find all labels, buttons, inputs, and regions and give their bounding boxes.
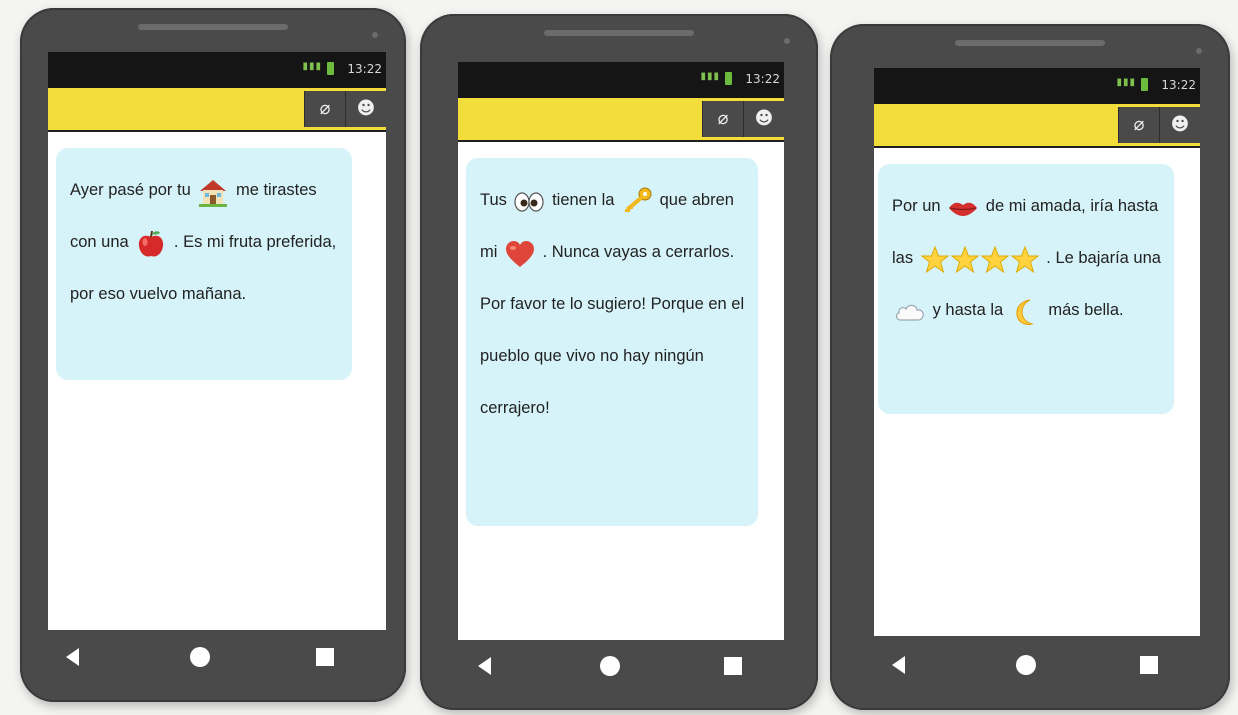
message-text: Tus <box>480 191 512 209</box>
message-text: . Le bajaría una <box>1041 249 1161 267</box>
home-circle-icon[interactable] <box>190 647 210 667</box>
status-bar: ▮▮▮ 13:22 <box>874 68 1200 104</box>
signal-icon: ▮▮▮ <box>1116 77 1136 88</box>
nav-bar <box>830 636 1230 710</box>
phone-3: ▮▮▮ 13:22 ⌀ ☻ Por un de mi amada, iría h… <box>830 24 1230 710</box>
app-toolbar: ⌀ ☻ <box>458 98 784 142</box>
status-time: 13:22 <box>1161 78 1196 92</box>
recent-square-icon[interactable] <box>724 657 742 675</box>
apple-emoji-icon <box>135 228 167 258</box>
paperclip-icon: ⌀ <box>1133 114 1145 135</box>
attach-button[interactable]: ⌀ <box>1118 107 1159 143</box>
phone-screen: ▮▮▮ 13:22 ⌀ ☻ Ayer pasé por tu me tirast… <box>48 52 386 630</box>
nav-bar <box>20 630 406 702</box>
message-text: Ayer pasé por tu <box>70 181 196 199</box>
phone-speaker <box>138 24 288 30</box>
emoji-button[interactable]: ☻ <box>743 101 784 137</box>
eyes-emoji-icon <box>513 186 545 216</box>
phone-camera <box>1196 48 1202 54</box>
message-bubble: Por un de mi amada, iría hasta las . Le … <box>878 164 1174 414</box>
attach-button[interactable]: ⌀ <box>304 91 345 127</box>
key-emoji-icon <box>621 186 653 216</box>
back-triangle-icon[interactable] <box>892 656 905 674</box>
smiley-icon: ☻ <box>1170 114 1190 135</box>
phone-speaker <box>544 30 694 36</box>
phone-1: ▮▮▮ 13:22 ⌀ ☻ Ayer pasé por tu me tirast… <box>20 8 406 702</box>
message-bubble: Ayer pasé por tu me tirastes con una . E… <box>56 148 352 380</box>
paperclip-icon: ⌀ <box>319 98 331 119</box>
battery-icon <box>327 62 334 75</box>
status-time: 13:22 <box>745 72 780 86</box>
battery-icon <box>1141 78 1148 91</box>
recent-square-icon[interactable] <box>1140 656 1158 674</box>
house-emoji-icon <box>197 176 229 207</box>
signal-icon: ▮▮▮ <box>700 71 720 82</box>
recent-square-icon[interactable] <box>316 648 334 666</box>
status-bar: ▮▮▮ 13:22 <box>458 62 784 98</box>
phone-screen: ▮▮▮ 13:22 ⌀ ☻ Tus tienen la que abren mi… <box>458 62 784 640</box>
heart-emoji-icon <box>504 238 536 268</box>
app-toolbar: ⌀ ☻ <box>874 104 1200 148</box>
phone-camera <box>372 32 378 38</box>
message-text: y hasta la <box>928 301 1008 319</box>
moon-emoji-icon <box>1010 296 1042 326</box>
stars-emoji-icon <box>920 244 1040 274</box>
back-triangle-icon[interactable] <box>478 657 491 675</box>
emoji-button[interactable]: ☻ <box>1159 107 1200 143</box>
message-text: tienen la <box>547 191 620 209</box>
status-bar: ▮▮▮ 13:22 <box>48 52 386 88</box>
battery-icon <box>725 72 732 85</box>
app-toolbar: ⌀ ☻ <box>48 88 386 132</box>
phone-2: ▮▮▮ 13:22 ⌀ ☻ Tus tienen la que abren mi… <box>420 14 818 710</box>
back-triangle-icon[interactable] <box>66 648 79 666</box>
smiley-icon: ☻ <box>754 108 774 129</box>
smiley-icon: ☻ <box>356 98 376 119</box>
cloud-emoji-icon <box>894 296 926 326</box>
message-text: más bella. <box>1043 301 1124 319</box>
signal-icon: ▮▮▮ <box>302 61 322 72</box>
phone-speaker <box>955 40 1105 46</box>
attach-button[interactable]: ⌀ <box>702 101 743 137</box>
status-time: 13:22 <box>347 62 382 76</box>
message-text: . Nunca vayas a cerrarlos. Por favor te … <box>480 243 745 417</box>
home-circle-icon[interactable] <box>1016 655 1036 675</box>
nav-bar <box>420 640 818 710</box>
message-bubble: Tus tienen la que abren mi . Nunca vayas… <box>466 158 758 526</box>
phone-camera <box>784 38 790 44</box>
phone-screen: ▮▮▮ 13:22 ⌀ ☻ Por un de mi amada, iría h… <box>874 68 1200 636</box>
paperclip-icon: ⌀ <box>717 108 729 129</box>
home-circle-icon[interactable] <box>600 656 620 676</box>
emoji-button[interactable]: ☻ <box>345 91 386 127</box>
lips-emoji-icon <box>947 192 979 222</box>
message-text: Por un <box>892 197 946 215</box>
